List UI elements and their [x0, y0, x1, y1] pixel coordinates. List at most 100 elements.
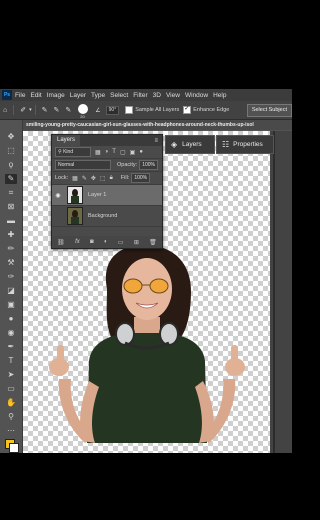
tab-layers[interactable]: Layers: [52, 135, 81, 146]
fx-icon[interactable]: fx: [75, 239, 80, 245]
brush-tool-icon[interactable]: ✏: [5, 244, 17, 254]
folder-icon[interactable]: ▭: [118, 239, 124, 246]
blur-tool-icon[interactable]: ●: [5, 314, 17, 324]
type-tool-icon[interactable]: T: [5, 356, 17, 366]
brush-tip-icon: [78, 104, 89, 114]
menu-layer[interactable]: Layer: [70, 92, 86, 99]
menu-3d[interactable]: 3D: [153, 92, 161, 99]
document-tab[interactable]: smiling-young-pretty-caucasian-girl-sun-…: [22, 120, 292, 130]
background-color-swatch[interactable]: [9, 443, 19, 453]
eraser-tool-icon[interactable]: ◪: [5, 286, 17, 296]
chevron-down-icon[interactable]: ▾: [29, 107, 32, 113]
panel-dock-divider: [273, 131, 275, 453]
layer-name[interactable]: Background: [88, 213, 117, 219]
lock-artboard-icon[interactable]: ⬚: [100, 175, 106, 182]
pixel-filter-icon[interactable]: ▦: [95, 149, 101, 156]
history-brush-tool-icon[interactable]: ✑: [5, 272, 17, 282]
layer-thumbnail: [67, 207, 83, 225]
layer-thumbnail: [67, 186, 83, 204]
quick-selection-tool-icon[interactable]: ✐: [20, 106, 26, 114]
lock-pixels-icon[interactable]: ▦: [72, 175, 78, 182]
filter-kind-value: Kind: [63, 149, 74, 155]
link-icon[interactable]: ⛓: [57, 239, 65, 246]
lock-position-icon[interactable]: ✥: [91, 175, 96, 182]
marquee-tool-icon[interactable]: ⬚: [5, 146, 17, 156]
layer-row-background[interactable]: Background: [52, 206, 162, 227]
divider: [34, 105, 36, 115]
add-to-selection-icon[interactable]: ✎: [54, 106, 60, 114]
menu-file[interactable]: File: [15, 92, 25, 99]
mask-icon[interactable]: ◙: [90, 239, 94, 245]
menu-select[interactable]: Select: [110, 92, 128, 99]
crop-tool-icon[interactable]: ⌗: [5, 188, 17, 198]
panel-menu-icon[interactable]: ≡: [154, 138, 158, 144]
filter-toggle-icon[interactable]: ●: [139, 149, 143, 155]
subtract-selection-icon[interactable]: ✎: [65, 106, 71, 114]
lock-label: Lock:: [55, 175, 69, 181]
layer-filter-row: ⚲ Kind ▦ ◑ T ▢ ▣ ●: [52, 146, 162, 159]
clone-stamp-tool-icon[interactable]: ⚒: [5, 258, 17, 268]
adjustment-icon[interactable]: ◐: [104, 239, 108, 245]
options-bar: ⌂ ✐ ▾ ✎ ✎ ✎ 20 ∠ 90° Sample All Layers E…: [0, 101, 292, 120]
lock-image-icon[interactable]: ✎: [82, 175, 87, 182]
properties-icon: ☷: [222, 140, 230, 149]
type-filter-icon[interactable]: T: [112, 149, 116, 155]
layers-panel-button[interactable]: ◈ Layers: [165, 135, 215, 154]
fill-label: Fill:: [120, 175, 130, 181]
blend-opacity-row: Normal Opacity: 100%: [52, 159, 162, 172]
move-tool-icon[interactable]: ✥: [5, 132, 17, 142]
menu-bar: Ps File Edit Image Layer Type Select Fil…: [0, 89, 292, 101]
brush-preset-picker[interactable]: 20: [78, 104, 89, 119]
dodge-tool-icon[interactable]: ◉: [5, 328, 17, 338]
divider: [13, 105, 15, 115]
gradient-tool-icon[interactable]: ▣: [5, 300, 17, 310]
layer-row-layer-1[interactable]: ◉ Layer 1: [52, 185, 162, 206]
brush-size: 20: [80, 114, 85, 119]
menu-view[interactable]: View: [166, 92, 180, 99]
layer-name[interactable]: Layer 1: [88, 192, 106, 198]
photoshop-logo: Ps: [2, 90, 12, 100]
angle-field[interactable]: 90°: [105, 105, 120, 115]
zoom-tool-icon[interactable]: ⚲: [5, 412, 17, 422]
path-selection-tool-icon[interactable]: ➤: [5, 370, 17, 380]
lasso-tool-icon[interactable]: ϙ: [5, 160, 17, 170]
layers-panel-header: Layers ≡: [52, 135, 162, 146]
smart-object-filter-icon[interactable]: ▣: [130, 149, 136, 156]
properties-panel-button[interactable]: ☷ Properties: [216, 135, 274, 154]
tools-panel: ✥ ⬚ ϙ ✎ ⌗ ⊠ ▬ ✚ ✏ ⚒ ✑ ◪ ▣ ● ◉ ✒ T ➤ ▭ ✋ …: [0, 120, 23, 453]
blend-mode-dropdown[interactable]: Normal: [55, 160, 111, 170]
menu-image[interactable]: Image: [47, 92, 65, 99]
enhance-edge-label: Enhance Edge: [193, 107, 230, 113]
shape-filter-icon[interactable]: ▢: [120, 149, 126, 156]
adjustment-filter-icon[interactable]: ◑: [105, 149, 109, 155]
frame-tool-icon[interactable]: ⊠: [5, 202, 17, 212]
new-layer-icon[interactable]: ⊞: [134, 239, 139, 246]
menu-window[interactable]: Window: [185, 92, 208, 99]
layers-button-label: Layers: [182, 141, 202, 148]
menu-help[interactable]: Help: [213, 92, 226, 99]
home-icon[interactable]: ⌂: [3, 107, 7, 114]
menu-edit[interactable]: Edit: [30, 92, 41, 99]
hand-tool-icon[interactable]: ✋: [5, 398, 17, 408]
select-subject-button[interactable]: Select Subject: [246, 104, 292, 117]
filter-kind-dropdown[interactable]: ⚲ Kind: [55, 147, 91, 157]
healing-brush-tool-icon[interactable]: ✚: [5, 230, 17, 240]
trash-icon[interactable]: 🗑︎: [149, 239, 157, 246]
shape-tool-icon[interactable]: ▭: [5, 384, 17, 394]
menu-type[interactable]: Type: [91, 92, 105, 99]
sample-all-layers-checkbox[interactable]: [125, 106, 134, 114]
opacity-label: Opacity:: [117, 162, 138, 168]
new-selection-icon[interactable]: ✎: [42, 106, 48, 114]
fill-field[interactable]: 100%: [131, 173, 151, 183]
eye-icon[interactable]: ◉: [52, 192, 64, 199]
lock-all-icon[interactable]: 🔒︎: [110, 175, 113, 182]
quick-selection-tool-icon[interactable]: ✎: [5, 174, 17, 184]
layers-panel-footer: ⛓ fx ◙ ◐ ▭ ⊞ 🗑︎: [52, 236, 162, 248]
lock-fill-row: Lock: ▦ ✎ ✥ ⬚ 🔒︎ Fill: 100%: [52, 172, 162, 185]
eyedropper-tool-icon[interactable]: ▬: [5, 216, 17, 226]
enhance-edge-checkbox[interactable]: [183, 105, 192, 114]
menu-filter[interactable]: Filter: [133, 92, 147, 99]
pen-tool-icon[interactable]: ✒: [5, 342, 17, 352]
more-tools-icon[interactable]: ⋯: [5, 426, 17, 436]
opacity-field[interactable]: 100%: [139, 160, 158, 170]
